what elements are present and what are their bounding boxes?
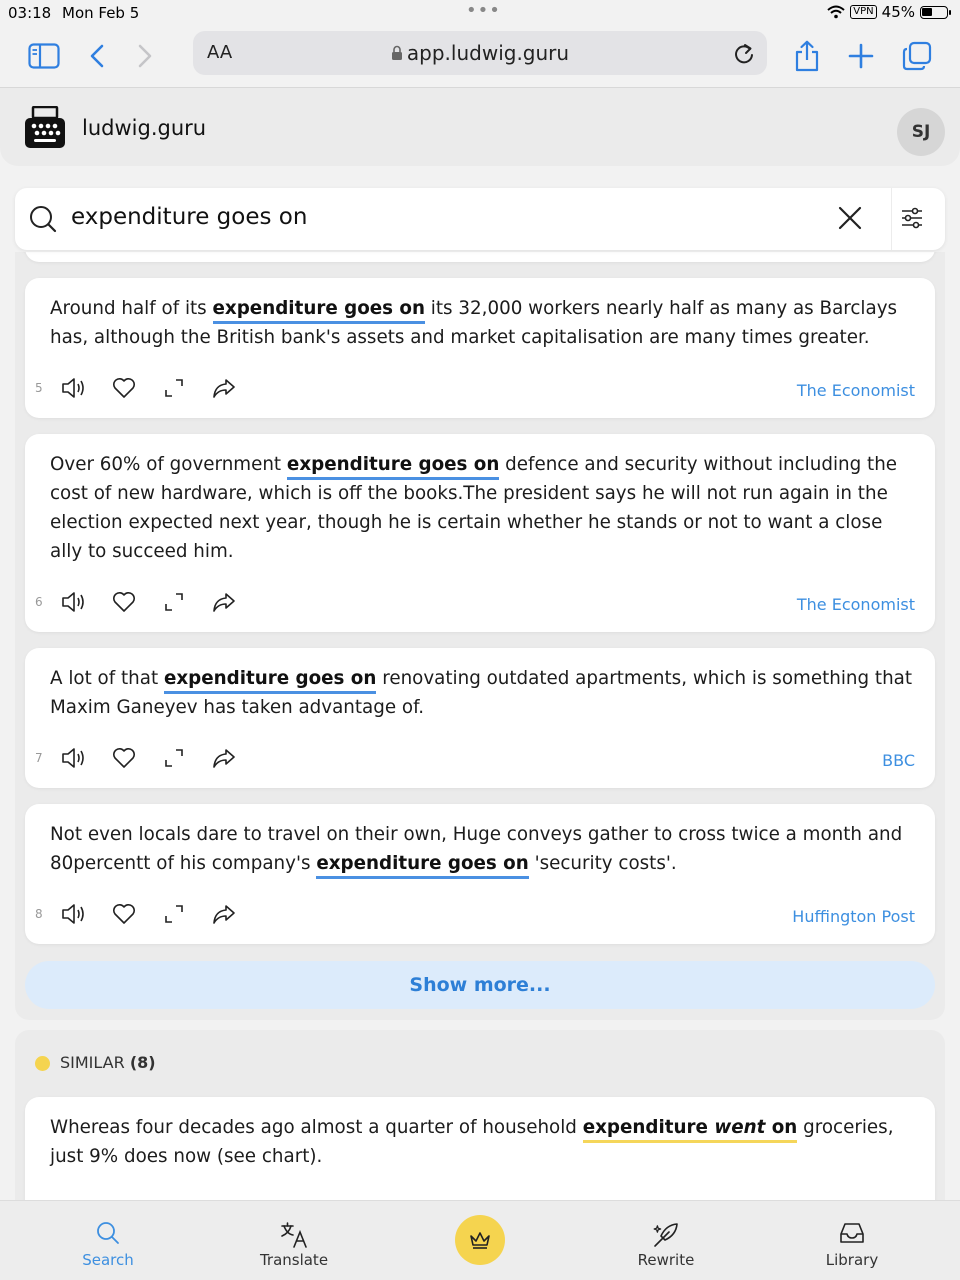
- share-arrow-icon[interactable]: [199, 588, 249, 616]
- result-card: Not even locals dare to travel on their …: [25, 804, 935, 944]
- speaker-icon[interactable]: [49, 744, 99, 772]
- heart-icon[interactable]: [99, 744, 149, 772]
- search-divider: [891, 188, 892, 250]
- result-card: Around half of its expenditure goes on i…: [25, 278, 935, 418]
- result-sentence[interactable]: Around half of its expenditure goes on i…: [50, 294, 915, 352]
- speaker-icon[interactable]: [49, 374, 99, 402]
- brand-name[interactable]: ludwig.guru: [82, 116, 206, 140]
- result-number: 8: [35, 907, 43, 921]
- typewriter-logo-icon[interactable]: [25, 105, 65, 148]
- sidebar-toggle-icon[interactable]: [24, 36, 64, 76]
- heart-icon[interactable]: [99, 588, 149, 616]
- result-number: 7: [35, 751, 43, 765]
- wifi-icon: [827, 5, 845, 19]
- similar-count: (8): [129, 1053, 156, 1072]
- result-number: 5: [35, 381, 43, 395]
- multitasking-dots-icon[interactable]: •••: [466, 0, 501, 21]
- nav-rewrite[interactable]: Rewrite: [606, 1201, 726, 1280]
- new-tab-icon[interactable]: [841, 36, 881, 76]
- inbox-tray-icon: [792, 1221, 912, 1245]
- status-date: Mon Feb 5: [62, 4, 140, 22]
- highlighted-phrase: expenditure goes on: [163, 668, 377, 694]
- search-icon: [29, 205, 57, 237]
- forward-icon[interactable]: [125, 36, 165, 76]
- premium-crown-icon[interactable]: [455, 1215, 505, 1265]
- battery-icon: [920, 5, 951, 19]
- speaker-icon[interactable]: [49, 588, 99, 616]
- result-sentence[interactable]: A lot of that expenditure goes on renova…: [50, 664, 915, 722]
- search-input[interactable]: expenditure goes on: [71, 204, 307, 230]
- status-time: 03:18: [8, 4, 52, 22]
- nav-library[interactable]: Library: [792, 1201, 912, 1280]
- browser-toolbar: AA app.ludwig.guru: [0, 26, 960, 88]
- battery-percent: 45%: [881, 3, 915, 21]
- filter-settings-icon[interactable]: [899, 205, 925, 235]
- share-arrow-icon[interactable]: [199, 374, 249, 402]
- avatar[interactable]: SJ: [897, 108, 945, 156]
- share-icon[interactable]: [787, 36, 827, 76]
- result-sentence[interactable]: Whereas four decades ago almost a quarte…: [50, 1113, 915, 1171]
- highlighted-phrase: expenditure went on: [582, 1117, 798, 1143]
- expand-icon[interactable]: [149, 744, 199, 772]
- vpn-badge: VPN: [850, 5, 877, 19]
- result-sentence[interactable]: Not even locals dare to travel on their …: [50, 820, 915, 879]
- highlighted-phrase: expenditure goes on: [212, 298, 425, 324]
- result-card: Over 60% of government expenditure goes …: [25, 434, 935, 632]
- show-more-button[interactable]: Show more...: [25, 961, 935, 1009]
- reload-icon[interactable]: [733, 41, 755, 69]
- result-number: 6: [35, 595, 43, 609]
- search-icon: [48, 1221, 168, 1245]
- highlighted-phrase: expenditure goes on: [316, 853, 529, 879]
- expand-icon[interactable]: [149, 374, 199, 402]
- bottom-nav: Search Translate Rewrite Library: [0, 1200, 960, 1280]
- heart-icon[interactable]: [99, 374, 149, 402]
- similar-label[interactable]: SIMILAR (8): [60, 1053, 156, 1072]
- result-card-previous: [25, 252, 935, 262]
- address-bar[interactable]: AA app.ludwig.guru: [193, 31, 767, 75]
- translate-icon: [234, 1221, 354, 1249]
- source-link[interactable]: BBC: [882, 751, 915, 770]
- tabs-overview-icon[interactable]: [897, 36, 937, 76]
- share-arrow-icon[interactable]: [199, 900, 249, 928]
- search-bar: expenditure goes on: [15, 188, 945, 250]
- highlighted-phrase: expenditure goes on: [286, 454, 500, 480]
- source-link[interactable]: The Economist: [797, 381, 915, 400]
- result-card: A lot of that expenditure goes on renova…: [25, 648, 935, 788]
- lock-icon: [391, 45, 402, 60]
- share-arrow-icon[interactable]: [199, 744, 249, 772]
- clear-search-icon[interactable]: [837, 205, 863, 235]
- feather-pen-icon: [606, 1221, 726, 1249]
- url-text: app.ludwig.guru: [406, 41, 570, 65]
- speaker-icon[interactable]: [49, 900, 99, 928]
- nav-translate[interactable]: Translate: [234, 1201, 354, 1280]
- source-link[interactable]: The Economist: [797, 595, 915, 614]
- result-sentence[interactable]: Over 60% of government expenditure goes …: [50, 450, 915, 566]
- source-link[interactable]: Huffington Post: [792, 907, 915, 926]
- nav-search[interactable]: Search: [48, 1201, 168, 1280]
- results-panel: Around half of its expenditure goes on i…: [15, 252, 945, 1020]
- expand-icon[interactable]: [149, 588, 199, 616]
- status-bar: 03:18 Mon Feb 5 ••• VPN 45%: [0, 0, 960, 26]
- heart-icon[interactable]: [99, 900, 149, 928]
- back-icon[interactable]: [77, 36, 117, 76]
- expand-icon[interactable]: [149, 900, 199, 928]
- app-header: ludwig.guru SJ: [0, 88, 960, 166]
- similar-indicator-dot: [35, 1056, 50, 1071]
